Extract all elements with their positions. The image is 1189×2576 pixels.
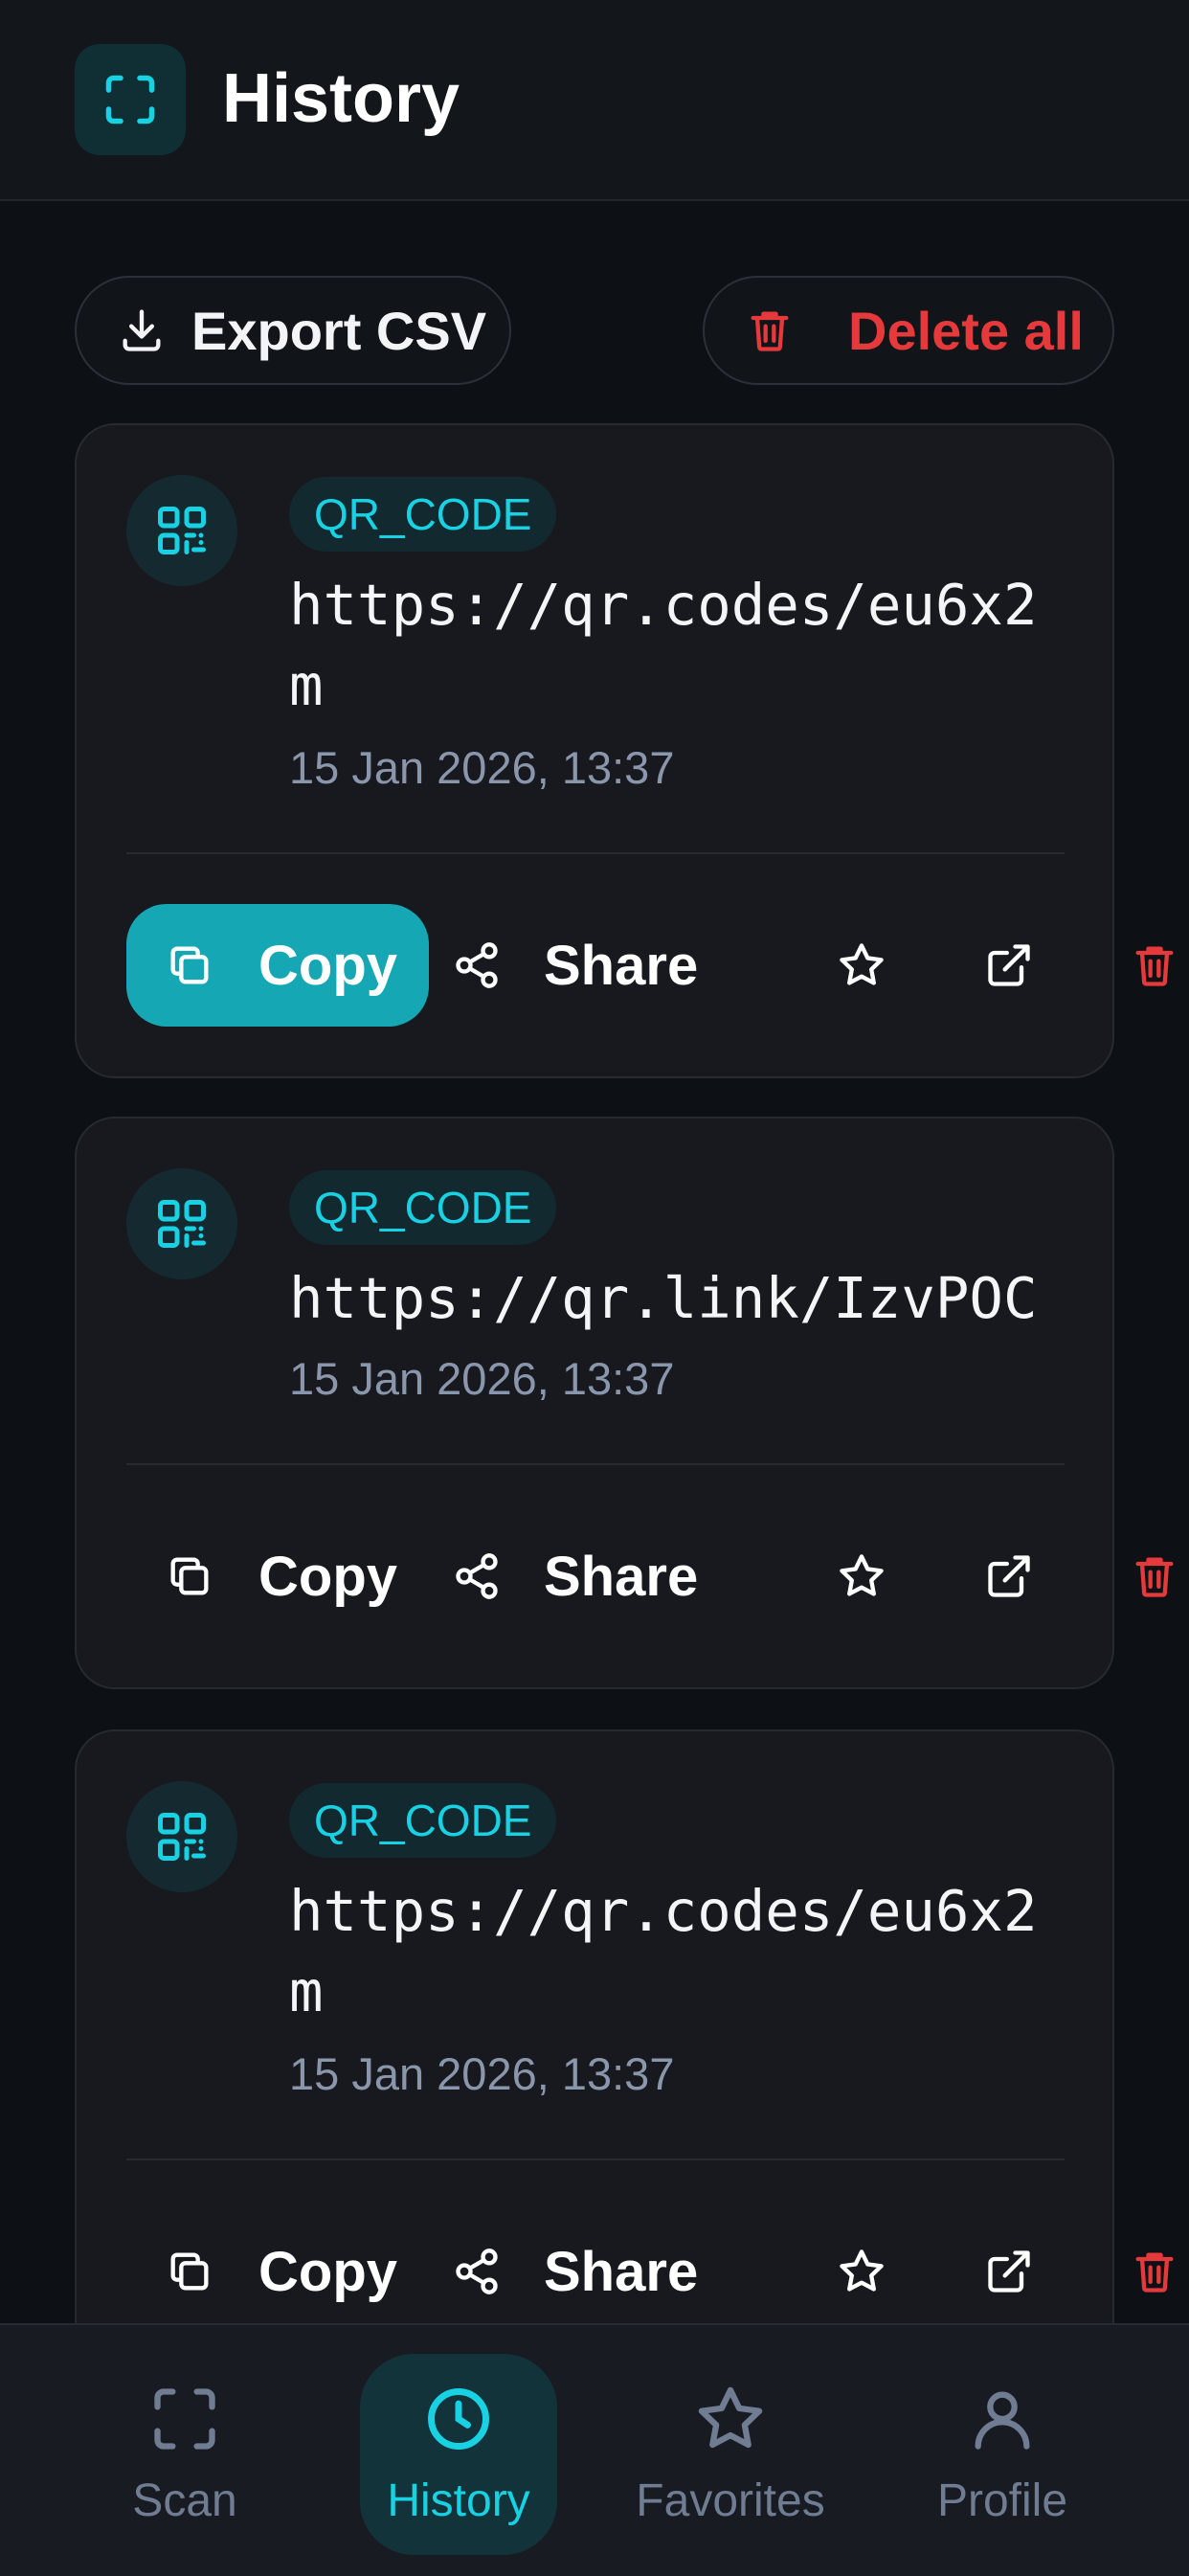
share-button[interactable]: Share: [448, 904, 698, 1027]
nav-scan[interactable]: Scan: [86, 2354, 283, 2555]
nav-history-label: History: [387, 2475, 530, 2526]
export-csv-button[interactable]: Export CSV: [75, 276, 511, 385]
trash-icon: [741, 302, 798, 359]
copy-label: Copy: [258, 1545, 397, 1608]
copy-icon: [161, 2243, 218, 2300]
bottom-nav: Scan History Favorites Profile: [0, 2323, 1189, 2576]
external-link-icon[interactable]: [980, 937, 1038, 994]
qr-code-icon: [126, 1168, 237, 1279]
card-actions: Copy Share: [126, 2210, 1189, 2323]
history-list[interactable]: Export CSV Delete all QR_CODE https://qr…: [0, 0, 1189, 2323]
card-actions: Copy Share: [126, 904, 1189, 1027]
trash-icon[interactable]: [1126, 937, 1183, 994]
share-label: Share: [544, 1545, 699, 1608]
history-card[interactable]: QR_CODE https://qr.codes/eu6x2m 15 Jan 2…: [75, 423, 1174, 1078]
scan-frame-icon: [145, 2379, 225, 2459]
star-icon[interactable]: [833, 1548, 890, 1605]
card-actions: Copy Share: [126, 1515, 1189, 1638]
history-card[interactable]: QR_CODE https://qr.link/IzvPOC 15 Jan 20…: [75, 1117, 1174, 1689]
trash-icon[interactable]: [1126, 1548, 1183, 1605]
share-icon: [448, 2243, 505, 2300]
share-label: Share: [544, 934, 699, 997]
nav-profile[interactable]: Profile: [904, 2354, 1101, 2555]
trash-icon[interactable]: [1126, 2243, 1183, 2300]
star-icon[interactable]: [833, 2243, 890, 2300]
delete-all-button[interactable]: Delete all: [703, 276, 1114, 385]
copy-button[interactable]: Copy: [126, 2210, 429, 2323]
delete-all-label: Delete all: [848, 300, 1084, 361]
nav-profile-label: Profile: [936, 2475, 1068, 2526]
scan-content: https://qr.link/IzvPOC: [289, 1265, 1038, 1331]
card-divider: [126, 852, 1065, 854]
share-label: Share: [544, 2240, 699, 2303]
scan-content: https://qr.codes/eu6x2m: [289, 572, 1038, 718]
copy-label: Copy: [258, 934, 397, 997]
user-icon: [962, 2379, 1043, 2459]
history-card[interactable]: QR_CODE https://qr.codes/eu6x2m 15 Jan 2…: [75, 1729, 1174, 2323]
star-icon: [690, 2379, 771, 2459]
external-link-icon[interactable]: [980, 1548, 1038, 1605]
card-divider: [126, 1463, 1065, 1465]
copy-button[interactable]: Copy: [126, 904, 429, 1027]
clock-icon: [418, 2379, 499, 2459]
qr-code-icon: [126, 475, 237, 586]
scan-content: https://qr.codes/eu6x2m: [289, 1878, 1038, 2024]
scan-timestamp: 15 Jan 2026, 13:37: [289, 2048, 675, 2099]
copy-icon: [161, 937, 218, 994]
type-badge: QR_CODE: [289, 477, 557, 552]
card-divider: [126, 2158, 1065, 2160]
external-link-icon[interactable]: [980, 2243, 1038, 2300]
download-icon: [113, 302, 170, 359]
share-button[interactable]: Share: [448, 2210, 698, 2323]
type-badge: QR_CODE: [289, 1170, 557, 1245]
export-csv-label: Export CSV: [191, 300, 487, 361]
qr-code-icon: [126, 1781, 237, 1892]
copy-icon: [161, 1548, 218, 1605]
share-icon: [448, 937, 505, 994]
scan-timestamp: 15 Jan 2026, 13:37: [289, 742, 675, 793]
star-icon[interactable]: [833, 937, 890, 994]
copy-button[interactable]: Copy: [126, 1515, 429, 1638]
type-badge: QR_CODE: [289, 1783, 557, 1858]
nav-scan-label: Scan: [132, 2475, 237, 2526]
nav-favorites[interactable]: Favorites: [632, 2354, 829, 2555]
nav-history[interactable]: History: [360, 2354, 557, 2555]
share-icon: [448, 1548, 505, 1605]
nav-favorites-label: Favorites: [636, 2475, 825, 2526]
share-button[interactable]: Share: [448, 1515, 698, 1638]
copy-label: Copy: [258, 2240, 397, 2303]
scan-timestamp: 15 Jan 2026, 13:37: [289, 1353, 675, 1404]
